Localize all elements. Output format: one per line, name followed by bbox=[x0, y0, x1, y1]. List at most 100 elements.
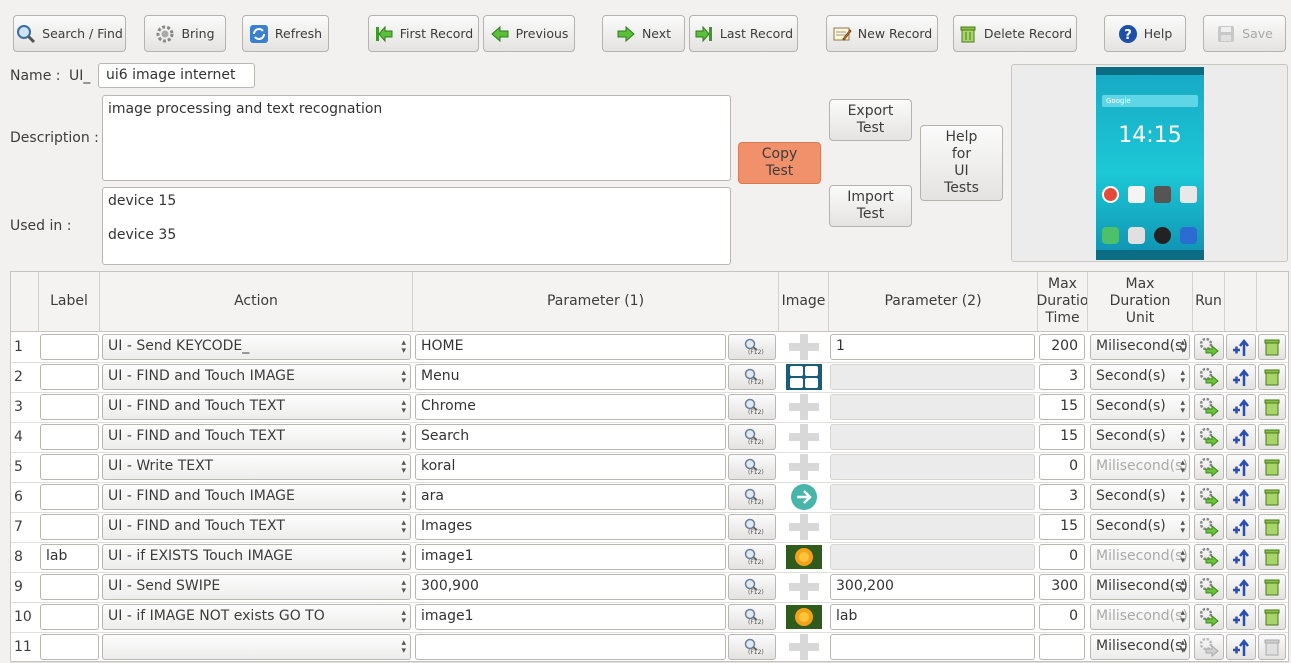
duration-unit-select[interactable]: Second(s) ▴ ▾ bbox=[1090, 484, 1190, 510]
empty-image-placeholder-icon[interactable] bbox=[779, 634, 829, 660]
max-duration-time-input[interactable]: 0 bbox=[1039, 454, 1085, 480]
delete-step-button[interactable] bbox=[1258, 454, 1286, 480]
parameter1-input[interactable]: Chrome bbox=[415, 394, 726, 420]
parameter1-search-button[interactable]: (F12) bbox=[728, 544, 776, 570]
run-column-header[interactable]: Run bbox=[1193, 272, 1225, 332]
refresh-button[interactable]: Refresh bbox=[242, 15, 329, 52]
label-input[interactable] bbox=[40, 334, 99, 360]
parameter1-input[interactable]: Search bbox=[415, 424, 726, 450]
run-step-button[interactable] bbox=[1194, 454, 1224, 480]
parameter1-input[interactable]: 300,900 bbox=[415, 574, 726, 600]
parameter2-input[interactable]: 1 bbox=[830, 334, 1035, 360]
label-input[interactable] bbox=[40, 574, 99, 600]
image-column-header[interactable]: Image bbox=[779, 272, 829, 332]
max-duration-time-input[interactable]: 15 bbox=[1039, 394, 1085, 420]
label-input[interactable]: lab bbox=[40, 544, 99, 570]
flower-thumbnail[interactable] bbox=[779, 604, 829, 630]
parameter1-search-button[interactable]: (F12) bbox=[728, 394, 776, 420]
delete-step-button[interactable] bbox=[1258, 394, 1286, 420]
parameter2-input[interactable] bbox=[830, 364, 1035, 390]
used-in-list[interactable]: device 15 device 35 bbox=[102, 187, 731, 265]
help-ui-tests-button[interactable]: Help for UI Tests bbox=[920, 125, 1003, 201]
move-step-button[interactable] bbox=[1226, 364, 1256, 390]
arrow-thumbnail[interactable] bbox=[779, 484, 829, 510]
duration-unit-select[interactable]: Second(s) ▴ ▾ bbox=[1090, 364, 1190, 390]
parameter1-search-button[interactable]: (F12) bbox=[728, 454, 776, 480]
empty-image-placeholder-icon[interactable] bbox=[779, 394, 829, 420]
move-step-button[interactable] bbox=[1226, 484, 1256, 510]
action-select[interactable]: UI - Send SWIPE ▴ ▾ bbox=[102, 574, 411, 600]
duration-unit-select[interactable]: Milisecond(s) ▴ ▾ bbox=[1090, 634, 1190, 660]
parameter1-search-button[interactable]: (F12) bbox=[728, 484, 776, 510]
save-button[interactable]: Save bbox=[1203, 15, 1286, 52]
description-textarea[interactable]: image processing and text recognation bbox=[102, 95, 731, 181]
max-duration-time-input[interactable]: 15 bbox=[1039, 424, 1085, 450]
parameter2-input[interactable]: 300,200 bbox=[830, 574, 1035, 600]
parameter1-input[interactable]: Images bbox=[415, 514, 726, 540]
label-input[interactable] bbox=[40, 514, 99, 540]
parameter2-input[interactable] bbox=[830, 454, 1035, 480]
move-step-button[interactable] bbox=[1226, 514, 1256, 540]
label-column-header[interactable]: Label bbox=[39, 272, 100, 332]
delete-step-button[interactable] bbox=[1258, 364, 1286, 390]
max-duration-time-input[interactable]: 3 bbox=[1039, 484, 1085, 510]
label-input[interactable] bbox=[40, 604, 99, 630]
run-step-button[interactable] bbox=[1194, 424, 1224, 450]
parameter1-search-button[interactable]: (F12) bbox=[728, 604, 776, 630]
move-step-button[interactable] bbox=[1226, 604, 1256, 630]
parameter1-input[interactable]: image1 bbox=[415, 544, 726, 570]
parameter1-column-header[interactable]: Parameter (1) bbox=[413, 272, 779, 332]
parameter1-input[interactable] bbox=[415, 634, 726, 660]
parameter1-input[interactable]: koral bbox=[415, 454, 726, 480]
action-select[interactable]: UI - FIND and Touch IMAGE ▴ ▾ bbox=[102, 484, 411, 510]
delete-record-button[interactable]: Delete Record bbox=[953, 15, 1077, 52]
move-step-button[interactable] bbox=[1226, 424, 1256, 450]
bring-button[interactable]: Bring bbox=[144, 15, 226, 52]
label-input[interactable] bbox=[40, 454, 99, 480]
empty-image-placeholder-icon[interactable] bbox=[779, 454, 829, 480]
delete-step-button[interactable] bbox=[1258, 544, 1286, 570]
action-select[interactable]: UI - if IMAGE NOT exists GO TO ▴ ▾ bbox=[102, 604, 411, 630]
empty-image-placeholder-icon[interactable] bbox=[779, 574, 829, 600]
run-step-button[interactable] bbox=[1194, 544, 1224, 570]
label-input[interactable] bbox=[40, 634, 99, 660]
action-select[interactable]: UI - FIND and Touch TEXT ▴ ▾ bbox=[102, 514, 411, 540]
move-step-button[interactable] bbox=[1226, 454, 1256, 480]
parameter1-search-button[interactable]: (F12) bbox=[728, 634, 776, 660]
run-step-button[interactable] bbox=[1194, 604, 1224, 630]
empty-image-placeholder-icon[interactable] bbox=[779, 334, 829, 360]
parameter1-search-button[interactable]: (F12) bbox=[728, 334, 776, 360]
action-select[interactable]: ▴ ▾ bbox=[102, 634, 411, 660]
delete-step-button[interactable] bbox=[1258, 574, 1286, 600]
parameter1-input[interactable]: ara bbox=[415, 484, 726, 510]
max-duration-time-input[interactable]: 15 bbox=[1039, 514, 1085, 540]
copy-test-button[interactable]: Copy Test bbox=[738, 142, 821, 184]
next-button[interactable]: Next bbox=[602, 15, 685, 52]
parameter2-input[interactable] bbox=[830, 424, 1035, 450]
new-record-button[interactable]: New Record bbox=[826, 15, 938, 52]
action-select[interactable]: UI - Send KEYCODE_ ▴ ▾ bbox=[102, 334, 411, 360]
parameter1-input[interactable]: image1 bbox=[415, 604, 726, 630]
duration-unit-select[interactable]: Milisecond(s) ▴ ▾ bbox=[1090, 454, 1190, 480]
max-duration-time-input[interactable]: 200 bbox=[1039, 334, 1085, 360]
delete-step-button[interactable] bbox=[1258, 604, 1286, 630]
parameter2-input[interactable] bbox=[830, 514, 1035, 540]
help-button[interactable]: ? Help bbox=[1104, 15, 1186, 52]
delete-step-button[interactable] bbox=[1258, 634, 1286, 660]
action-select[interactable]: UI - FIND and Touch TEXT ▴ ▾ bbox=[102, 424, 411, 450]
move-step-button[interactable] bbox=[1226, 394, 1256, 420]
max-duration-time-input[interactable]: 0 bbox=[1039, 544, 1085, 570]
duration-unit-select[interactable]: Second(s) ▴ ▾ bbox=[1090, 394, 1190, 420]
move-step-button[interactable] bbox=[1226, 544, 1256, 570]
parameter1-search-button[interactable]: (F12) bbox=[728, 514, 776, 540]
parameter1-search-button[interactable]: (F12) bbox=[728, 364, 776, 390]
action-select[interactable]: UI - Write TEXT ▴ ▾ bbox=[102, 454, 411, 480]
run-step-button[interactable] bbox=[1194, 514, 1224, 540]
move-step-button[interactable] bbox=[1226, 334, 1256, 360]
action-select[interactable]: UI - FIND and Touch IMAGE ▴ ▾ bbox=[102, 364, 411, 390]
parameter2-input[interactable] bbox=[830, 634, 1035, 660]
max-duration-unit-header[interactable]: Max Duration Unit bbox=[1088, 272, 1193, 332]
run-step-button[interactable] bbox=[1194, 394, 1224, 420]
duration-unit-select[interactable]: Milisecond(s) ▴ ▾ bbox=[1090, 544, 1190, 570]
last-record-button[interactable]: Last Record bbox=[689, 15, 798, 52]
